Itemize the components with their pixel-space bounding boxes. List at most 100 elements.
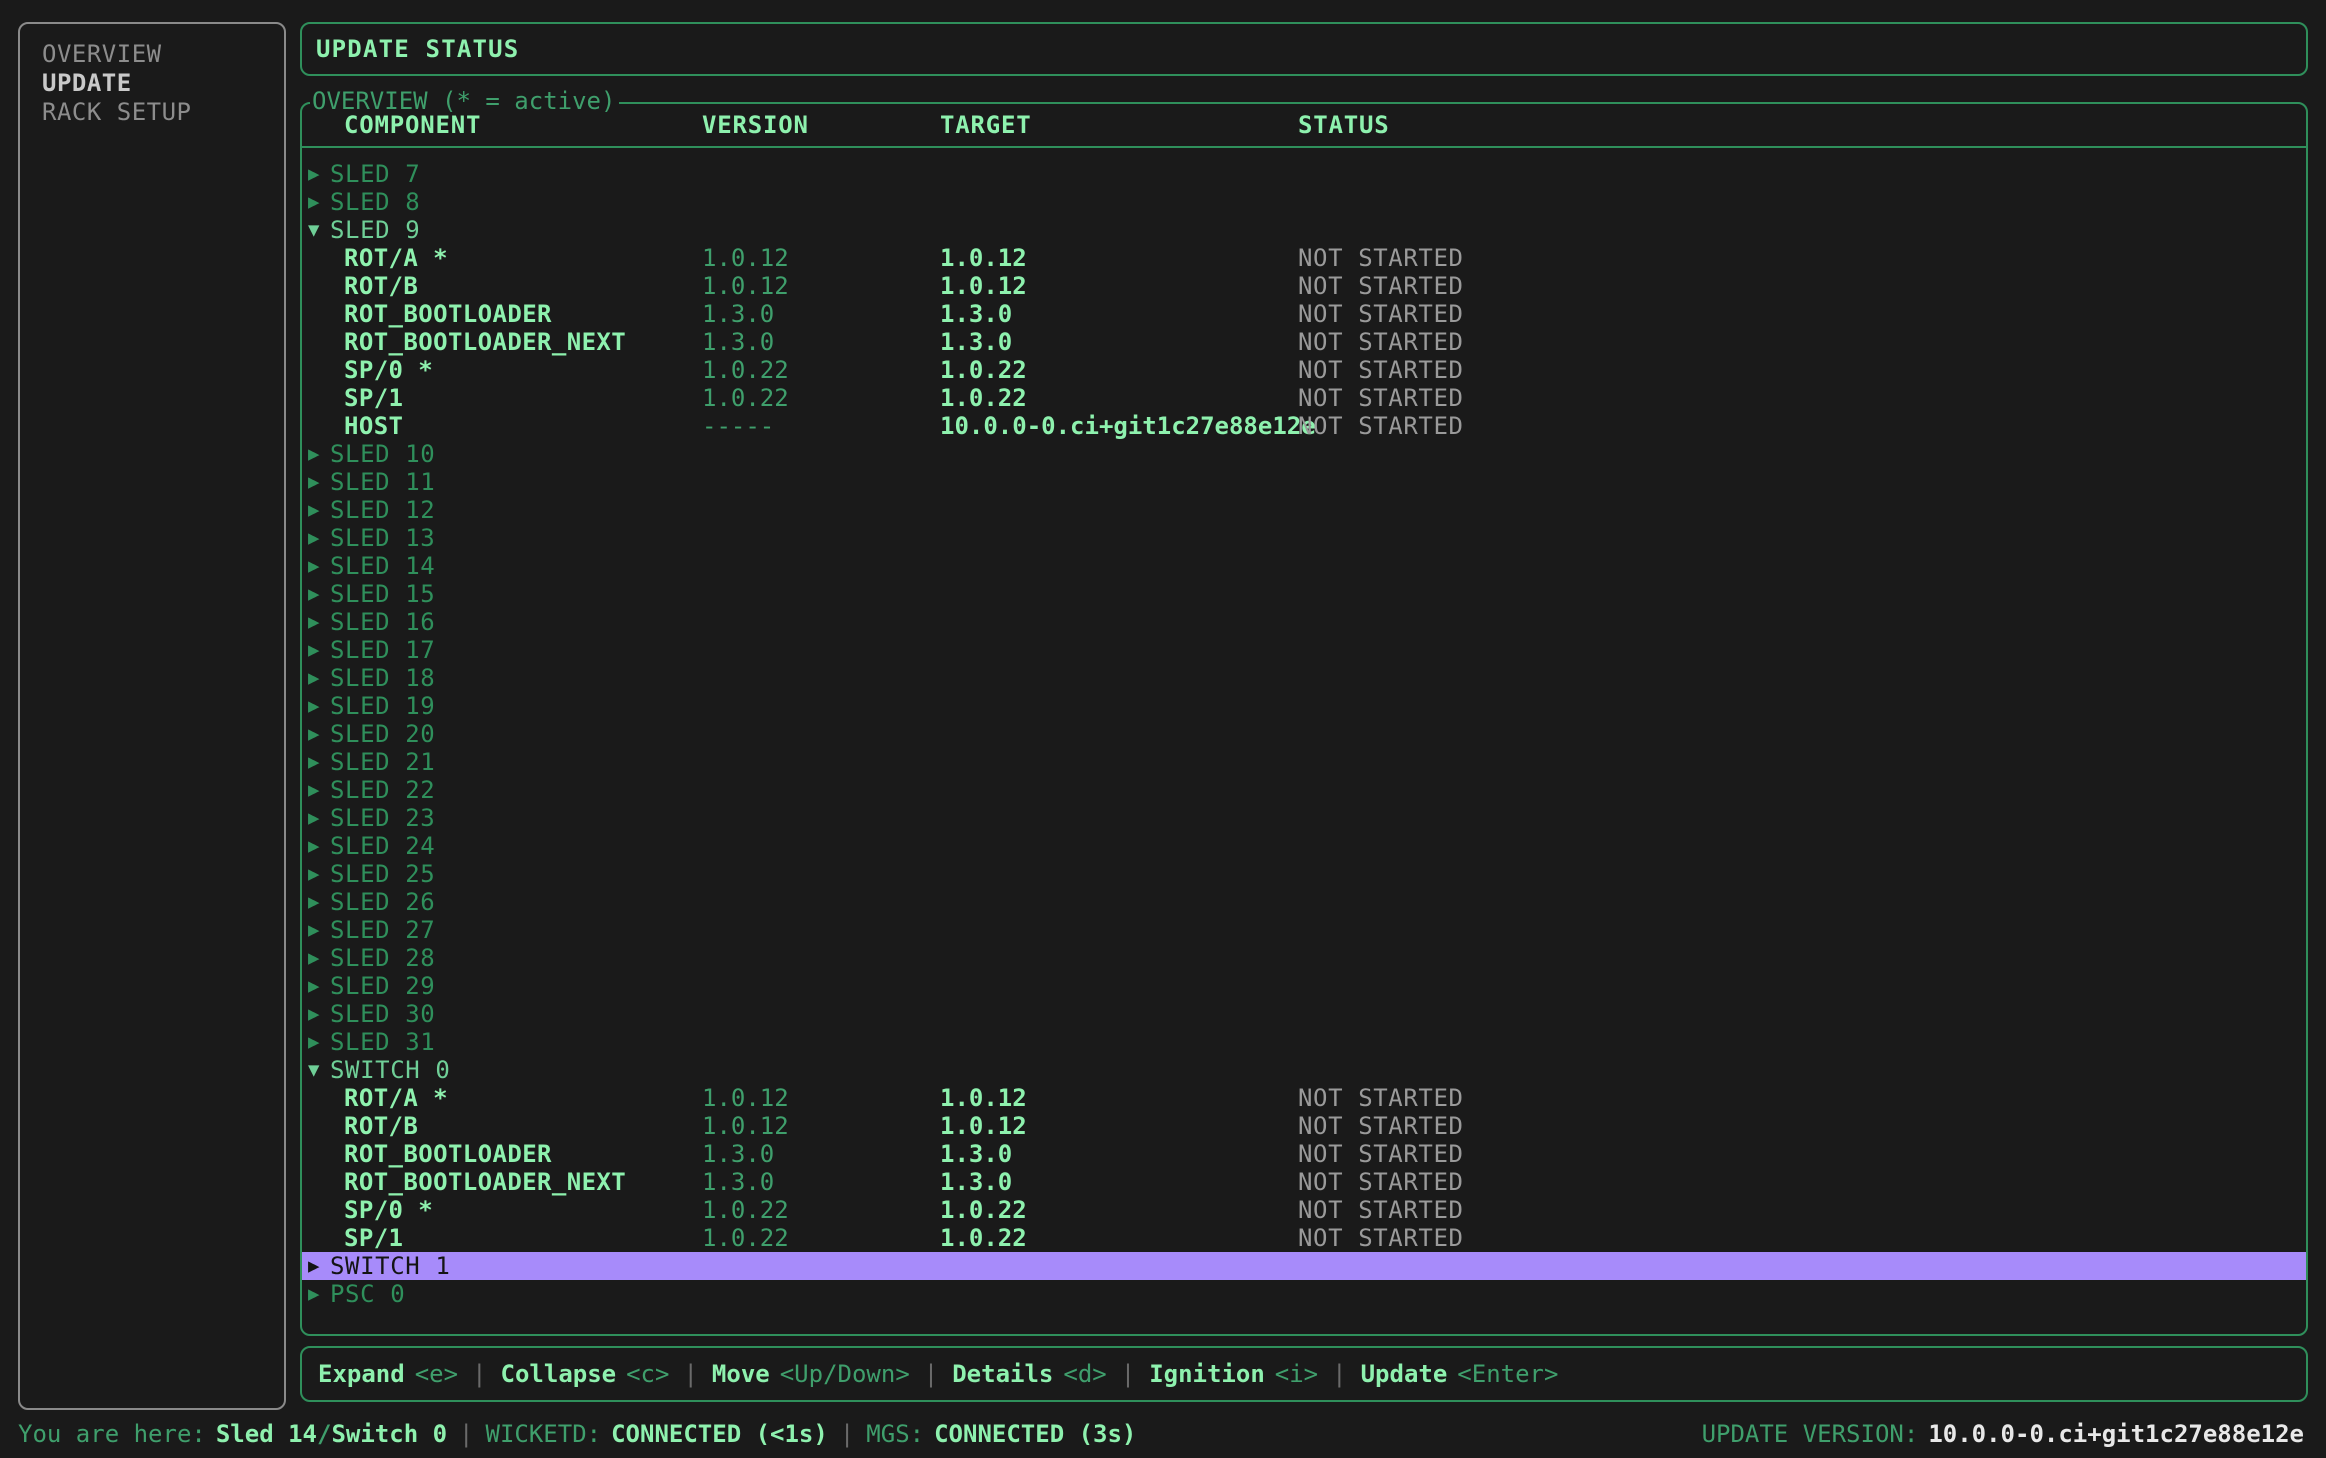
group-label: SLED 12 <box>330 496 436 524</box>
table-row-group[interactable]: ▶ SLED 26 <box>302 888 2306 916</box>
table-row-group[interactable]: ▶ SLED 23 <box>302 804 2306 832</box>
group-label: SLED 22 <box>330 776 436 804</box>
chevron-right-icon[interactable]: ▶ <box>308 832 321 860</box>
chevron-right-icon[interactable]: ▶ <box>308 720 321 748</box>
cell-version: 1.3.0 <box>702 328 775 356</box>
help-separator: | <box>923 1360 939 1388</box>
chevron-right-icon[interactable]: ▶ <box>308 1000 321 1028</box>
chevron-right-icon[interactable]: ▶ <box>308 440 321 468</box>
table-row-group[interactable]: ▶ SLED 25 <box>302 860 2306 888</box>
chevron-right-icon[interactable]: ▶ <box>308 776 321 804</box>
table-row-group[interactable]: ▶ SLED 11 <box>302 468 2306 496</box>
table-row-component[interactable]: ROT/B 1.0.12 1.0.12 NOT STARTED <box>302 1112 2306 1140</box>
chevron-right-icon[interactable]: ▶ <box>308 496 321 524</box>
cell-version: 1.0.12 <box>702 1084 789 1112</box>
chevron-right-icon[interactable]: ▶ <box>308 580 321 608</box>
component-table-body[interactable]: ▶ SLED 7 ▶ SLED 8 ▼ SLED 9 ROT/A * 1.0.12 1.0.12… <box>302 148 2306 1334</box>
table-row-group[interactable]: ▶ SLED 28 <box>302 944 2306 972</box>
table-row-group[interactable]: ▶ SLED 19 <box>302 692 2306 720</box>
table-row-group[interactable]: ▶ SLED 15 <box>302 580 2306 608</box>
sidebar-item-update[interactable]: UPDATE <box>20 69 284 98</box>
table-row-group[interactable]: ▶ SWITCH 1 <box>302 1252 2306 1280</box>
chevron-right-icon[interactable]: ▶ <box>308 552 321 580</box>
table-row-component[interactable]: ROT/A * 1.0.12 1.0.12 NOT STARTED <box>302 244 2306 272</box>
cell-target: 1.0.22 <box>940 384 1027 412</box>
chevron-right-icon[interactable]: ▶ <box>308 692 321 720</box>
chevron-right-icon[interactable]: ▶ <box>308 916 321 944</box>
chevron-right-icon[interactable]: ▶ <box>308 860 321 888</box>
table-row-group[interactable]: ▶ SLED 21 <box>302 748 2306 776</box>
table-row-component[interactable]: SP/1 1.0.22 1.0.22 NOT STARTED <box>302 384 2306 412</box>
help-item-expand[interactable]: Expand <e> <box>318 1360 458 1388</box>
chevron-right-icon[interactable]: ▶ <box>308 1280 321 1308</box>
chevron-right-icon[interactable]: ▶ <box>308 1028 321 1056</box>
table-row-group[interactable]: ▶ SLED 16 <box>302 608 2306 636</box>
cell-status: NOT STARTED <box>1298 1168 1464 1196</box>
table-row-component[interactable]: ROT_BOOTLOADER_NEXT 1.3.0 1.3.0 NOT STARTED <box>302 1168 2306 1196</box>
help-command-list: Expand <e> | Collapse <c> | Move <Up/Down> | Deta… <box>318 1360 1558 1388</box>
sidebar-item-overview[interactable]: OVERVIEW <box>20 40 284 69</box>
chevron-right-icon[interactable]: ▶ <box>308 664 321 692</box>
overview-panel: OVERVIEW (* = active) COMPONENT VERSION … <box>300 88 2308 1336</box>
help-label: Update <box>1360 1360 1448 1388</box>
chevron-right-icon[interactable]: ▶ <box>308 804 321 832</box>
table-row-group[interactable]: ▶ SLED 8 <box>302 188 2306 216</box>
group-label: SLED 8 <box>330 188 421 216</box>
table-row-group[interactable]: ▼ SLED 9 <box>302 216 2306 244</box>
help-item-ignition[interactable]: Ignition <i> <box>1149 1360 1318 1388</box>
chevron-right-icon[interactable]: ▶ <box>308 468 321 496</box>
chevron-down-icon[interactable]: ▼ <box>308 1056 321 1084</box>
status-separator-2: | <box>839 1420 855 1448</box>
chevron-right-icon[interactable]: ▶ <box>308 608 321 636</box>
cell-version: 1.0.22 <box>702 384 789 412</box>
table-row-group[interactable]: ▶ SLED 20 <box>302 720 2306 748</box>
chevron-down-icon[interactable]: ▼ <box>308 216 321 244</box>
table-row-group[interactable]: ▶ SLED 17 <box>302 636 2306 664</box>
table-row-component[interactable]: SP/0 * 1.0.22 1.0.22 NOT STARTED <box>302 1196 2306 1224</box>
table-row-group[interactable]: ▶ SLED 30 <box>302 1000 2306 1028</box>
table-row-component[interactable]: ROT_BOOTLOADER_NEXT 1.3.0 1.3.0 NOT STARTED <box>302 328 2306 356</box>
table-row-component[interactable]: ROT/A * 1.0.12 1.0.12 NOT STARTED <box>302 1084 2306 1112</box>
chevron-right-icon[interactable]: ▶ <box>308 636 321 664</box>
table-row-component[interactable]: ROT/B 1.0.12 1.0.12 NOT STARTED <box>302 272 2306 300</box>
table-row-group[interactable]: ▶ SLED 13 <box>302 524 2306 552</box>
table-row-group[interactable]: ▶ SLED 27 <box>302 916 2306 944</box>
table-row-component[interactable]: ROT_BOOTLOADER 1.3.0 1.3.0 NOT STARTED <box>302 300 2306 328</box>
chevron-right-icon[interactable]: ▶ <box>308 1252 321 1280</box>
table-row-group[interactable]: ▶ SLED 31 <box>302 1028 2306 1056</box>
table-row-component[interactable]: ROT_BOOTLOADER 1.3.0 1.3.0 NOT STARTED <box>302 1140 2306 1168</box>
cell-version: 1.3.0 <box>702 1168 775 1196</box>
cell-status: NOT STARTED <box>1298 1084 1464 1112</box>
table-row-group[interactable]: ▶ PSC 0 <box>302 1280 2306 1308</box>
group-label: SLED 31 <box>330 1028 436 1056</box>
chevron-right-icon[interactable]: ▶ <box>308 524 321 552</box>
table-row-group[interactable]: ▶ SLED 24 <box>302 832 2306 860</box>
chevron-right-icon[interactable]: ▶ <box>308 160 321 188</box>
table-row-group[interactable]: ▶ SLED 29 <box>302 972 2306 1000</box>
table-row-group[interactable]: ▶ SLED 7 <box>302 160 2306 188</box>
table-row-component[interactable]: HOST ----- 10.0.0-0.ci+git1c27e88e12e NOT S… <box>302 412 2306 440</box>
help-item-details[interactable]: Details <d> <box>952 1360 1107 1388</box>
chevron-right-icon[interactable]: ▶ <box>308 748 321 776</box>
table-row-group[interactable]: ▶ SLED 12 <box>302 496 2306 524</box>
chevron-right-icon[interactable]: ▶ <box>308 972 321 1000</box>
help-label: Move <box>711 1360 770 1388</box>
help-item-update[interactable]: Update <Enter> <box>1361 1360 1559 1388</box>
table-row-group[interactable]: ▶ SLED 10 <box>302 440 2306 468</box>
sidebar-item-rack-setup[interactable]: RACK SETUP <box>20 98 284 127</box>
chevron-right-icon[interactable]: ▶ <box>308 944 321 972</box>
chevron-right-icon[interactable]: ▶ <box>308 888 321 916</box>
help-item-collapse[interactable]: Collapse <c> <box>501 1360 670 1388</box>
table-row-group[interactable]: ▶ SLED 22 <box>302 776 2306 804</box>
table-row-group[interactable]: ▼ SWITCH 0 <box>302 1056 2306 1084</box>
cell-component: ROT/B <box>344 1112 419 1140</box>
overview-legend: OVERVIEW (* = active) <box>310 88 620 114</box>
table-row-group[interactable]: ▶ SLED 14 <box>302 552 2306 580</box>
chevron-right-icon[interactable]: ▶ <box>308 188 321 216</box>
table-row-group[interactable]: ▶ SLED 18 <box>302 664 2306 692</box>
location-switch: Switch 0 <box>331 1420 448 1448</box>
table-row-component[interactable]: SP/0 * 1.0.22 1.0.22 NOT STARTED <box>302 356 2306 384</box>
table-row-component[interactable]: SP/1 1.0.22 1.0.22 NOT STARTED <box>302 1224 2306 1252</box>
cell-component: ROT_BOOTLOADER <box>344 1140 552 1168</box>
help-item-move[interactable]: Move <Up/Down> <box>712 1360 910 1388</box>
